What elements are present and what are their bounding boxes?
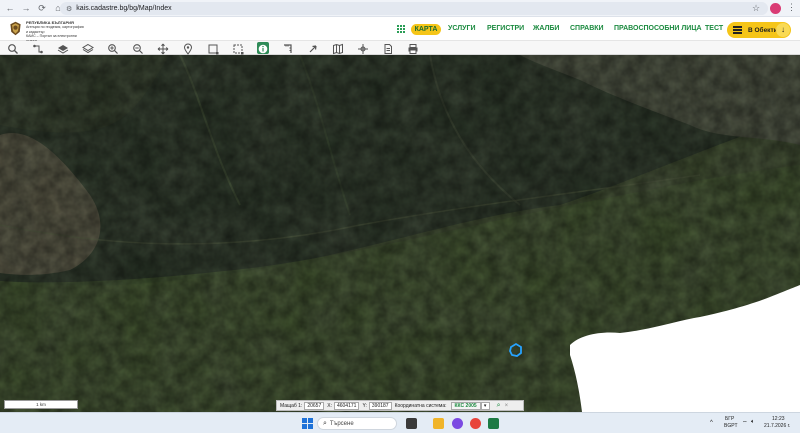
clock-date[interactable]: 21.7.2026 г. (764, 423, 790, 429)
y-coordinate-field[interactable]: 390187 (368, 401, 392, 410)
objects-button[interactable]: В Обекти ↓ (727, 22, 791, 38)
nav-test[interactable]: ТЕСТ (705, 25, 723, 32)
chevron-down-icon[interactable]: ▾ (480, 401, 490, 410)
select-rectangle-icon[interactable] (207, 42, 219, 55)
apps-grid-icon[interactable] (397, 25, 406, 34)
task-view-icon[interactable] (406, 418, 417, 429)
coat-of-arms-logo[interactable] (7, 20, 24, 37)
nav-references[interactable]: СПРАВКИ (570, 25, 604, 32)
logo-text: РЕПУБЛИКА БЪЛГАРИЯ Агенция по геодезия, … (26, 20, 86, 43)
language-line-1[interactable]: БГР (725, 416, 734, 422)
search-icon[interactable] (7, 42, 19, 54)
satellite-imagery (0, 55, 800, 412)
crosshair-icon[interactable] (357, 42, 369, 54)
x-label: X: (327, 402, 332, 409)
file-explorer-icon[interactable] (433, 418, 444, 429)
back-button[interactable]: ← (4, 2, 16, 14)
pan-icon[interactable] (157, 42, 169, 55)
print-icon[interactable] (407, 42, 419, 54)
taskbar: ⌕ Търсене ^ БГР BGPT ⌔ 🔈︎ 12:23 21.7.202… (0, 412, 800, 433)
map-toolbar (0, 41, 800, 55)
url-text: kais.cadastre.bg/bg/Map/Index (76, 5, 172, 12)
search-icon: ⌕ (323, 419, 327, 427)
nav-licensed-persons[interactable]: ПРАВОСПОСОБНИ ЛИЦА (614, 25, 702, 32)
close-icon[interactable]: × (505, 403, 509, 409)
nav-complaints[interactable]: ЖАЛБИ (533, 25, 559, 32)
select-polygon-icon[interactable] (232, 42, 244, 55)
scale-label: Мащаб 1: (280, 402, 303, 409)
satellite-map[interactable] (0, 55, 800, 412)
clock-time[interactable]: 12:23 (772, 416, 785, 422)
layers-icon[interactable] (82, 42, 94, 54)
y-label: Y: (362, 402, 367, 409)
nav-services[interactable]: УСЛУГИ (448, 25, 476, 32)
x-coordinate-field[interactable]: 4604171 (333, 401, 360, 410)
map-book-icon[interactable] (332, 42, 344, 55)
coordinate-system-select[interactable]: ККС 2005 (450, 401, 481, 410)
scale-bar: 1 km (4, 400, 78, 409)
coordinates-panel: Мащаб 1: 20657 X: 4604171 Y: 390187 Коор… (276, 400, 524, 411)
layers-stack-icon[interactable] (57, 42, 69, 54)
nav-map[interactable]: КАРТА (411, 24, 441, 35)
browser-toolbar: ← → ⟳ ⌂ ⚙ kais.cadastre.bg/bg/Map/Index … (0, 0, 800, 17)
search-placeholder: Търсене (329, 420, 354, 427)
reload-button[interactable]: ⟳ (36, 2, 48, 14)
logo-line-2: Агенция по геодезия, картография и кадас… (26, 25, 84, 34)
taskbar-search[interactable]: ⌕ Търсене (317, 417, 397, 430)
objects-label: В Обекти (748, 26, 778, 34)
zoom-in-icon[interactable] (107, 42, 119, 54)
copilot-icon[interactable] (452, 418, 463, 429)
wifi-icon[interactable]: ⌔ (742, 419, 748, 427)
document-icon[interactable] (382, 42, 394, 54)
nav-registers[interactable]: РЕГИСТРИ (487, 25, 524, 32)
coordinate-system-label: Координатна система: (394, 402, 447, 409)
profile-avatar[interactable] (770, 3, 781, 14)
measure-icon[interactable] (282, 42, 294, 54)
volume-icon[interactable]: 🔈︎ (751, 419, 755, 426)
tray-chevron-icon[interactable]: ^ (710, 420, 713, 426)
scale-input[interactable]: 20657 (304, 401, 325, 410)
arrow-down-icon[interactable]: ↓ (776, 23, 790, 37)
excel-icon[interactable] (488, 418, 499, 429)
browser-menu-icon[interactable]: ⋮ (787, 2, 796, 13)
info-icon[interactable] (257, 42, 269, 54)
language-line-2[interactable]: BGPT (724, 423, 738, 429)
forward-button[interactable]: → (20, 2, 32, 14)
pointer-icon[interactable] (307, 42, 319, 54)
hamburger-icon (733, 25, 742, 36)
bookmark-star-icon[interactable]: ☆ (752, 3, 760, 14)
site-info-icon[interactable]: ⚙ (66, 5, 72, 13)
start-icon[interactable] (302, 418, 313, 429)
locate-search-icon[interactable]: ⌕ (497, 402, 501, 410)
route-icon[interactable] (32, 42, 44, 54)
chrome-icon[interactable] (470, 418, 481, 429)
location-pin-icon[interactable] (182, 42, 194, 55)
zoom-out-icon[interactable] (132, 42, 144, 54)
address-bar[interactable]: ⚙ kais.cadastre.bg/bg/Map/Index (60, 2, 768, 15)
